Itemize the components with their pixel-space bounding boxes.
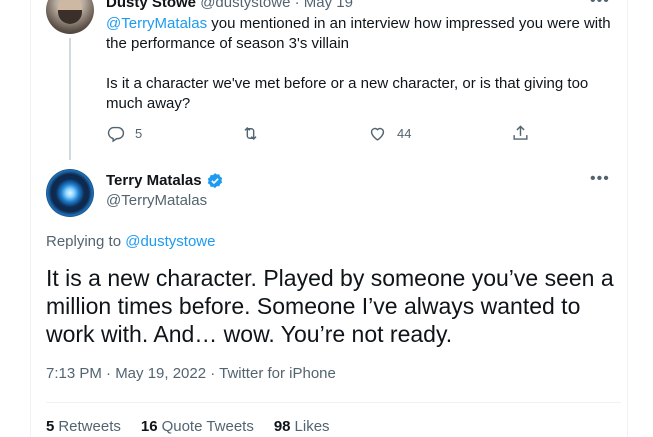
author-handle[interactable]: @TerryMatalas bbox=[106, 192, 207, 210]
author-name-row: Terry Matalas bbox=[106, 172, 224, 190]
parent-tweet-header: Dusty Stowe @dustystowe · May 19 bbox=[106, 0, 353, 12]
tweet-stats: 5 Retweets 16 Quote Tweets 98 Likes bbox=[46, 418, 350, 436]
retweet-button[interactable] bbox=[241, 124, 270, 143]
separator-dot: · bbox=[294, 0, 300, 11]
thread-connector-line bbox=[69, 38, 71, 160]
avatar-beard bbox=[58, 10, 82, 24]
main-tweet-text: It is a new character. Played by someone… bbox=[46, 264, 621, 348]
like-count: 44 bbox=[397, 126, 412, 141]
stat-label: Retweets bbox=[58, 418, 121, 435]
tweet-text-line: million times before. Someone I’ve alway… bbox=[46, 293, 581, 319]
tweet-text-line: the performance of season 3's villain bbox=[106, 35, 349, 52]
tweet-timestamp[interactable]: 7:13 PM · May 19, 2022 · Twitter for iPh… bbox=[46, 365, 336, 383]
reply-button[interactable]: 5 bbox=[106, 124, 142, 143]
tweet-text-line: Is it a character we've met before or a … bbox=[106, 75, 589, 92]
tweet-text-line: work with. And… wow. You’re not ready. bbox=[46, 321, 453, 347]
retweet-icon bbox=[244, 126, 257, 141]
tweet-text-line bbox=[106, 54, 621, 74]
stat-label: Quote Tweets bbox=[161, 418, 254, 435]
tweet-text-line: much away? bbox=[106, 95, 191, 112]
avatar[interactable] bbox=[46, 169, 94, 217]
mention-link[interactable]: @dustystowe bbox=[125, 233, 215, 250]
more-horizontal-icon[interactable]: ••• bbox=[590, 0, 610, 10]
reply-icon bbox=[107, 126, 125, 143]
tweet-text-fragment: you mentioned in an interview how impres… bbox=[207, 15, 611, 32]
divider bbox=[46, 402, 621, 403]
retweets-stat[interactable]: 5 Retweets bbox=[46, 418, 121, 436]
heart-icon bbox=[370, 127, 385, 141]
replying-to-label: Replying to @dustystowe bbox=[46, 233, 215, 251]
tweet-actions: 5 44 bbox=[106, 124, 546, 146]
author-name[interactable]: Terry Matalas bbox=[106, 172, 202, 190]
author-handle[interactable]: @dustystowe bbox=[200, 0, 290, 11]
author-name[interactable]: Dusty Stowe bbox=[106, 0, 196, 11]
mention-link[interactable]: @TerryMatalas bbox=[106, 15, 207, 32]
replying-to-prefix: Replying to bbox=[46, 233, 126, 250]
reply-count: 5 bbox=[135, 126, 143, 141]
share-button[interactable] bbox=[511, 124, 530, 143]
share-icon bbox=[513, 125, 528, 140]
like-button[interactable]: 44 bbox=[368, 124, 411, 143]
stat-count: 5 bbox=[46, 418, 55, 435]
quote-tweets-stat[interactable]: 16 Quote Tweets bbox=[141, 418, 254, 436]
tweet-text-line: It is a new character. Played by someone… bbox=[46, 265, 614, 291]
tweet-date[interactable]: May 19 bbox=[304, 0, 353, 11]
stat-count: 98 bbox=[273, 418, 291, 435]
more-horizontal-icon[interactable]: ••• bbox=[590, 170, 610, 188]
verified-badge-icon bbox=[207, 173, 222, 189]
tweet-text-line: @TerryMatalas you mentioned in an interv… bbox=[106, 14, 621, 34]
stat-count: 16 bbox=[140, 418, 158, 435]
parent-tweet-text: @TerryMatalas you mentioned in an interv… bbox=[106, 14, 621, 114]
likes-stat[interactable]: 98 Likes bbox=[274, 418, 330, 436]
stat-label: Likes bbox=[294, 418, 330, 435]
